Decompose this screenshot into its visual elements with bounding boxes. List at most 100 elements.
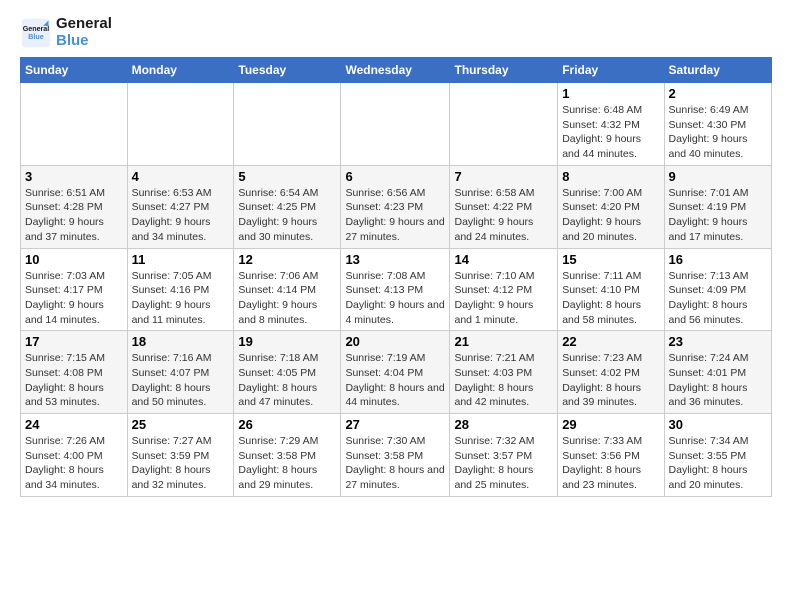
day-cell: 3 Sunrise: 6:51 AM Sunset: 4:28 PM Daylig…	[21, 165, 128, 248]
day-number: 9	[669, 169, 767, 184]
day-cell: 1 Sunrise: 6:48 AM Sunset: 4:32 PM Daylig…	[558, 83, 664, 166]
day-info: Sunrise: 7:10 AM Sunset: 4:12 PM Dayligh…	[454, 269, 553, 328]
day-number: 4	[132, 169, 230, 184]
logo-icon: General Blue	[20, 17, 52, 49]
day-cell: 9 Sunrise: 7:01 AM Sunset: 4:19 PM Daylig…	[664, 165, 771, 248]
day-number: 11	[132, 252, 230, 267]
weekday-thursday: Thursday	[450, 58, 558, 83]
day-info: Sunrise: 7:29 AM Sunset: 3:58 PM Dayligh…	[238, 434, 336, 493]
day-cell: 24 Sunrise: 7:26 AM Sunset: 4:00 PM Dayli…	[21, 414, 128, 497]
day-number: 3	[25, 169, 123, 184]
day-info: Sunrise: 7:30 AM Sunset: 3:58 PM Dayligh…	[345, 434, 445, 493]
weekday-sunday: Sunday	[21, 58, 128, 83]
day-number: 7	[454, 169, 553, 184]
svg-text:General: General	[23, 25, 50, 33]
calendar: SundayMondayTuesdayWednesdayThursdayFrid…	[20, 57, 772, 497]
day-cell: 26Sunrise: 7:29 AM Sunset: 3:58 PM Dayli…	[234, 414, 341, 497]
day-cell: 27 Sunrise: 7:30 AM Sunset: 3:58 PM Dayli…	[341, 414, 450, 497]
day-info: Sunrise: 7:21 AM Sunset: 4:03 PM Dayligh…	[454, 351, 553, 410]
day-info: Sunrise: 7:08 AM Sunset: 4:13 PM Dayligh…	[345, 269, 445, 328]
day-number: 30	[669, 417, 767, 432]
weekday-friday: Friday	[558, 58, 664, 83]
day-number: 21	[454, 334, 553, 349]
day-info: Sunrise: 7:19 AM Sunset: 4:04 PM Dayligh…	[345, 351, 445, 410]
day-info: Sunrise: 6:49 AM Sunset: 4:30 PM Dayligh…	[669, 103, 767, 162]
day-info: Sunrise: 7:16 AM Sunset: 4:07 PM Dayligh…	[132, 351, 230, 410]
logo: General Blue General Blue	[20, 16, 112, 49]
day-cell	[341, 83, 450, 166]
day-cell: 7 Sunrise: 6:58 AM Sunset: 4:22 PM Daylig…	[450, 165, 558, 248]
day-number: 17	[25, 334, 123, 349]
day-info: Sunrise: 7:33 AM Sunset: 3:56 PM Dayligh…	[562, 434, 659, 493]
day-cell: 22 Sunrise: 7:23 AM Sunset: 4:02 PM Dayli…	[558, 331, 664, 414]
day-number: 16	[669, 252, 767, 267]
day-cell: 11 Sunrise: 7:05 AM Sunset: 4:16 PM Dayli…	[127, 248, 234, 331]
day-cell: 28 Sunrise: 7:32 AM Sunset: 3:57 PM Dayli…	[450, 414, 558, 497]
day-cell: 14 Sunrise: 7:10 AM Sunset: 4:12 PM Dayli…	[450, 248, 558, 331]
day-info: Sunrise: 6:58 AM Sunset: 4:22 PM Dayligh…	[454, 186, 553, 245]
day-info: Sunrise: 7:32 AM Sunset: 3:57 PM Dayligh…	[454, 434, 553, 493]
day-info: Sunrise: 7:23 AM Sunset: 4:02 PM Dayligh…	[562, 351, 659, 410]
header: General Blue General Blue	[20, 16, 772, 49]
day-number: 18	[132, 334, 230, 349]
day-number: 28	[454, 417, 553, 432]
day-cell	[450, 83, 558, 166]
weekday-header-row: SundayMondayTuesdayWednesdayThursdayFrid…	[21, 58, 772, 83]
svg-text:Blue: Blue	[28, 33, 43, 41]
day-info: Sunrise: 7:24 AM Sunset: 4:01 PM Dayligh…	[669, 351, 767, 410]
day-cell: 25 Sunrise: 7:27 AM Sunset: 3:59 PM Dayli…	[127, 414, 234, 497]
day-number: 6	[345, 169, 445, 184]
day-info: Sunrise: 7:01 AM Sunset: 4:19 PM Dayligh…	[669, 186, 767, 245]
day-cell: 2 Sunrise: 6:49 AM Sunset: 4:30 PM Daylig…	[664, 83, 771, 166]
day-cell: 20 Sunrise: 7:19 AM Sunset: 4:04 PM Dayli…	[341, 331, 450, 414]
week-row-4: 24 Sunrise: 7:26 AM Sunset: 4:00 PM Dayli…	[21, 414, 772, 497]
day-info: Sunrise: 7:27 AM Sunset: 3:59 PM Dayligh…	[132, 434, 230, 493]
day-info: Sunrise: 6:53 AM Sunset: 4:27 PM Dayligh…	[132, 186, 230, 245]
day-number: 22	[562, 334, 659, 349]
day-info: Sunrise: 7:05 AM Sunset: 4:16 PM Dayligh…	[132, 269, 230, 328]
weekday-monday: Monday	[127, 58, 234, 83]
day-info: Sunrise: 6:56 AM Sunset: 4:23 PM Dayligh…	[345, 186, 445, 245]
logo-text-line1: General	[56, 16, 112, 33]
day-cell: 18 Sunrise: 7:16 AM Sunset: 4:07 PM Dayli…	[127, 331, 234, 414]
day-info: Sunrise: 7:26 AM Sunset: 4:00 PM Dayligh…	[25, 434, 123, 493]
logo-text-line2: Blue	[56, 33, 112, 50]
day-cell: 23Sunrise: 7:24 AM Sunset: 4:01 PM Dayli…	[664, 331, 771, 414]
day-info: Sunrise: 7:11 AM Sunset: 4:10 PM Dayligh…	[562, 269, 659, 328]
day-cell: 5Sunrise: 6:54 AM Sunset: 4:25 PM Daylig…	[234, 165, 341, 248]
day-cell: 21 Sunrise: 7:21 AM Sunset: 4:03 PM Dayli…	[450, 331, 558, 414]
day-cell	[127, 83, 234, 166]
day-number: 1	[562, 86, 659, 101]
day-cell: 10Sunrise: 7:03 AM Sunset: 4:17 PM Dayli…	[21, 248, 128, 331]
day-number: 15	[562, 252, 659, 267]
day-cell: 6 Sunrise: 6:56 AM Sunset: 4:23 PM Daylig…	[341, 165, 450, 248]
day-info: Sunrise: 7:15 AM Sunset: 4:08 PM Dayligh…	[25, 351, 123, 410]
day-cell: 4 Sunrise: 6:53 AM Sunset: 4:27 PM Daylig…	[127, 165, 234, 248]
week-row-0: 1 Sunrise: 6:48 AM Sunset: 4:32 PM Daylig…	[21, 83, 772, 166]
day-cell: 12Sunrise: 7:06 AM Sunset: 4:14 PM Dayli…	[234, 248, 341, 331]
day-number: 14	[454, 252, 553, 267]
day-info: Sunrise: 6:51 AM Sunset: 4:28 PM Dayligh…	[25, 186, 123, 245]
day-info: Sunrise: 7:03 AM Sunset: 4:17 PM Dayligh…	[25, 269, 123, 328]
day-number: 5	[238, 169, 336, 184]
day-number: 8	[562, 169, 659, 184]
day-cell: 13Sunrise: 7:08 AM Sunset: 4:13 PM Dayli…	[341, 248, 450, 331]
day-cell: 29 Sunrise: 7:33 AM Sunset: 3:56 PM Dayli…	[558, 414, 664, 497]
day-number: 25	[132, 417, 230, 432]
day-cell: 30 Sunrise: 7:34 AM Sunset: 3:55 PM Dayli…	[664, 414, 771, 497]
day-cell: 8 Sunrise: 7:00 AM Sunset: 4:20 PM Daylig…	[558, 165, 664, 248]
day-number: 29	[562, 417, 659, 432]
calendar-body: 1 Sunrise: 6:48 AM Sunset: 4:32 PM Daylig…	[21, 83, 772, 497]
day-info: Sunrise: 6:48 AM Sunset: 4:32 PM Dayligh…	[562, 103, 659, 162]
day-info: Sunrise: 7:34 AM Sunset: 3:55 PM Dayligh…	[669, 434, 767, 493]
day-info: Sunrise: 7:00 AM Sunset: 4:20 PM Dayligh…	[562, 186, 659, 245]
week-row-1: 3 Sunrise: 6:51 AM Sunset: 4:28 PM Daylig…	[21, 165, 772, 248]
day-number: 27	[345, 417, 445, 432]
weekday-wednesday: Wednesday	[341, 58, 450, 83]
day-info: Sunrise: 7:13 AM Sunset: 4:09 PM Dayligh…	[669, 269, 767, 328]
day-number: 2	[669, 86, 767, 101]
day-number: 20	[345, 334, 445, 349]
day-number: 24	[25, 417, 123, 432]
day-cell	[234, 83, 341, 166]
week-row-2: 10Sunrise: 7:03 AM Sunset: 4:17 PM Dayli…	[21, 248, 772, 331]
